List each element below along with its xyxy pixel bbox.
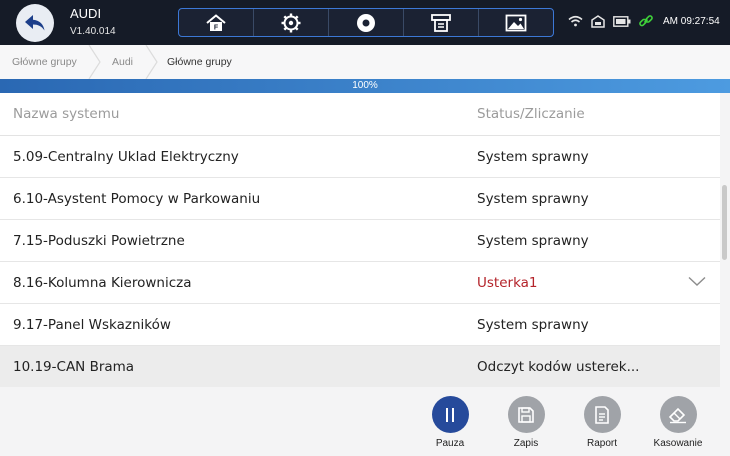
app-title: AUDI: [70, 6, 102, 21]
main-toolbar: F: [178, 8, 554, 37]
table-row[interactable]: 8.16-Kolumna Kierownicza Usterka1: [0, 262, 720, 304]
image-icon: [505, 14, 527, 31]
breadcrumb-item-audi[interactable]: Audi: [96, 45, 158, 79]
table-row[interactable]: 9.17-Panel Wskazników System sprawny: [0, 304, 720, 346]
system-status: System sprawny: [477, 190, 589, 207]
pause-button[interactable]: Pauza: [413, 396, 487, 449]
scrollbar-thumb[interactable]: [722, 185, 727, 260]
bottom-action-bar: Pauza Zapis Raport Kasowanie: [0, 387, 730, 456]
clock: AM 09:27:54: [663, 15, 720, 27]
system-name: 10.19-CAN Brama: [13, 358, 135, 375]
table-row-selected[interactable]: 10.19-CAN Brama Odczyt kodów usterek...: [0, 346, 720, 388]
record-button[interactable]: [329, 9, 404, 36]
print-button[interactable]: [404, 9, 479, 36]
report-label: Raport: [586, 438, 617, 449]
pause-icon: [431, 396, 469, 433]
home-button[interactable]: F: [179, 9, 254, 36]
report-icon: [583, 396, 621, 433]
screenshot-button[interactable]: [479, 9, 553, 36]
wifi-icon: [568, 15, 583, 27]
system-status: System sprawny: [477, 148, 589, 165]
chevron-down-icon[interactable]: [688, 276, 706, 287]
link-icon: [639, 15, 653, 27]
system-name: 8.16-Kolumna Kierownicza: [13, 274, 192, 291]
save-icon: [507, 396, 545, 433]
app-version: V1.40.014: [70, 26, 116, 37]
progress-label: 100%: [352, 80, 378, 91]
svg-text:F: F: [214, 24, 219, 31]
home-icon: F: [206, 13, 226, 31]
system-name: 7.15-Poduszki Powietrzne: [13, 232, 185, 249]
vci-icon: [591, 14, 605, 28]
table-header: Nazwa systemu Status/Zliczanie: [0, 93, 720, 136]
save-label: Zapis: [513, 438, 539, 449]
settings-icon: [281, 13, 301, 32]
system-name: 5.09-Centralny Uklad Elektryczny: [13, 148, 239, 165]
system-name: 6.10-Asystent Pomocy w Parkowaniu: [13, 190, 261, 207]
back-arrow-icon: [25, 15, 45, 31]
report-button[interactable]: Raport: [565, 396, 639, 449]
top-bar: AUDI V1.40.014 F AM 09:27:54: [0, 0, 730, 45]
column-header-name: Nazwa systemu: [13, 106, 120, 122]
back-button[interactable]: [16, 4, 54, 42]
table-row[interactable]: 6.10-Asystent Pomocy w Parkowaniu System…: [0, 178, 720, 220]
status-icons: AM 09:27:54: [568, 14, 720, 28]
column-header-status: Status/Zliczanie: [477, 106, 585, 122]
table-row[interactable]: 7.15-Poduszki Powietrzne System sprawny: [0, 220, 720, 262]
save-button[interactable]: Zapis: [489, 396, 563, 449]
erase-button[interactable]: Kasowanie: [641, 396, 715, 449]
system-status: System sprawny: [477, 316, 589, 333]
battery-icon: [613, 15, 631, 27]
pause-label: Pauza: [435, 438, 465, 449]
breadcrumb: Główne grupy Audi Główne grupy: [0, 45, 730, 79]
system-status: Odczyt kodów usterek...: [477, 358, 640, 375]
table-row[interactable]: 5.09-Centralny Uklad Elektryczny System …: [0, 136, 720, 178]
progress-bar: 100%: [0, 79, 730, 93]
system-status: System sprawny: [477, 232, 589, 249]
system-table: Nazwa systemu Status/Zliczanie 5.09-Cent…: [0, 93, 720, 388]
erase-label: Kasowanie: [653, 438, 703, 449]
print-icon: [431, 13, 451, 32]
system-status-fault: Usterka1: [477, 274, 538, 291]
record-icon: [357, 13, 375, 32]
eraser-icon: [659, 396, 697, 433]
system-name: 9.17-Panel Wskazników: [13, 316, 171, 333]
breadcrumb-item-current: Główne grupy: [167, 56, 232, 68]
breadcrumb-item-main-groups[interactable]: Główne grupy: [0, 45, 101, 79]
settings-button[interactable]: [254, 9, 329, 36]
